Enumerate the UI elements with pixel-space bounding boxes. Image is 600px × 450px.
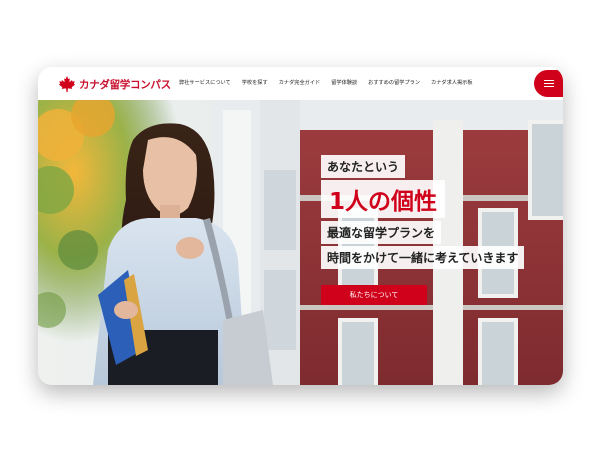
- nav-item-experiences[interactable]: 留学体験談: [331, 79, 357, 86]
- brand-name: カナダ留学コンパス: [79, 78, 171, 91]
- browser-mockup: カナダ留学コンパス 弊社サービスについて 学校を探す カナダ完全ガイド 留学体験…: [38, 67, 563, 385]
- hamburger-menu-icon: [543, 79, 554, 88]
- hero-line-4: 時間をかけて一緒に考えていきます: [321, 246, 525, 269]
- nav-item-recommended-plans[interactable]: おすすめの留学プラン: [368, 79, 420, 86]
- hero-line-1: あなたという: [321, 155, 406, 178]
- hero-line-3: 最適な留学プランを: [321, 221, 442, 244]
- main-nav: 弊社サービスについて 学校を探す カナダ完全ガイド 留学体験談 おすすめの留学プ…: [179, 79, 473, 86]
- hero-section: あなたという 1人の個性 最適な留学プランを 時間をかけて一緒に考えていきます …: [38, 100, 563, 385]
- site-header: カナダ留学コンパス 弊社サービスについて 学校を探す カナダ完全ガイド 留学体験…: [38, 67, 563, 100]
- nav-item-canada-guide[interactable]: カナダ完全ガイド: [279, 79, 321, 86]
- nav-item-school-search[interactable]: 学校を探す: [242, 79, 268, 86]
- hero-photo: [38, 100, 563, 385]
- site-logo[interactable]: カナダ留学コンパス: [58, 74, 171, 94]
- about-us-button[interactable]: 私たちについて: [321, 285, 427, 305]
- maple-leaf-icon: [58, 75, 76, 93]
- nav-item-services[interactable]: 弊社サービスについて: [179, 79, 231, 86]
- hero-headline: 1人の個性: [321, 180, 446, 218]
- menu-button[interactable]: [534, 70, 563, 97]
- nav-item-job-board[interactable]: カナダ求人掲示板: [431, 79, 473, 86]
